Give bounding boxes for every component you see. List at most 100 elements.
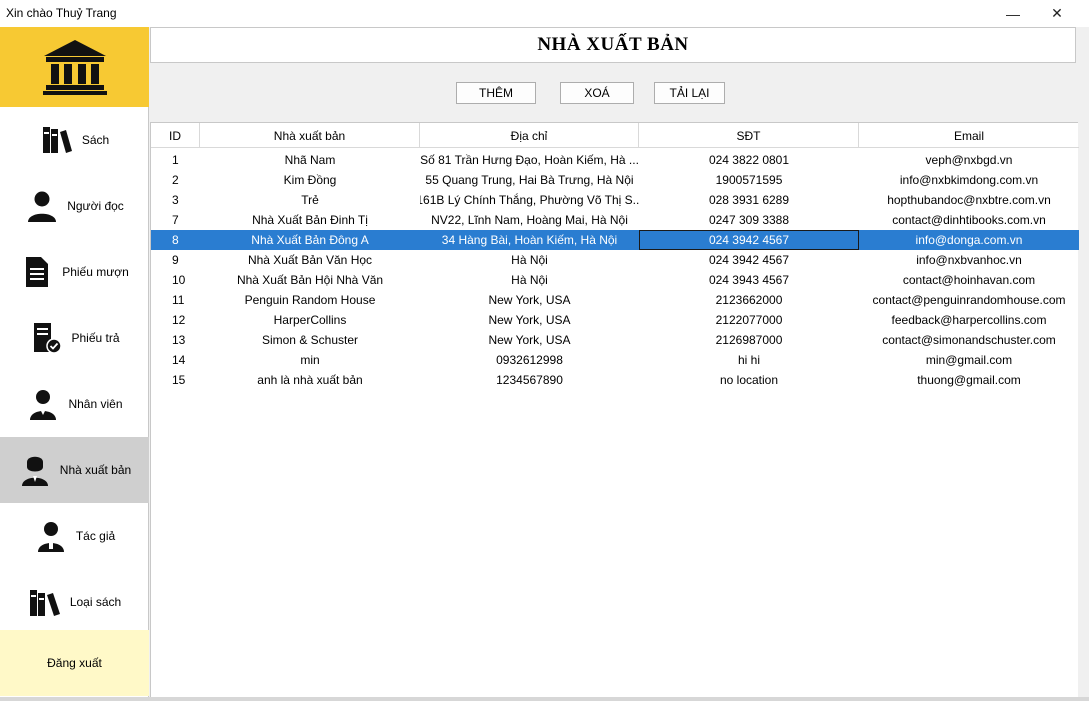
logout-button[interactable]: Đăng xuất bbox=[0, 630, 149, 696]
table-row[interactable]: 13 Simon & Schuster New York, USA 212698700… bbox=[151, 330, 1079, 350]
sidebar-item-nha-xuat-ban[interactable]: Nhà xuất bản bbox=[0, 437, 149, 503]
cell-address[interactable]: 161B Lý Chính Thắng, Phường Võ Thị S... bbox=[420, 190, 639, 210]
cell-id[interactable]: 14 bbox=[151, 350, 200, 370]
cell-id[interactable]: 1 bbox=[151, 150, 200, 170]
cell-id[interactable]: 2 bbox=[151, 170, 200, 190]
cell-id[interactable]: 7 bbox=[151, 210, 200, 230]
cell-publisher[interactable]: Nhà Xuất Bản Đinh Tị bbox=[200, 210, 420, 230]
column-header-address[interactable]: Địa chỉ bbox=[420, 123, 639, 148]
cell-email[interactable]: contact@hoinhavan.com bbox=[859, 270, 1079, 290]
author-icon bbox=[37, 522, 64, 552]
cell-email[interactable]: contact@dinhtibooks.com.vn bbox=[859, 210, 1079, 230]
cell-publisher[interactable]: Simon & Schuster bbox=[200, 330, 420, 350]
cell-email[interactable]: hopthubandoc@nxbtre.com.vn bbox=[859, 190, 1079, 210]
cell-phone[interactable]: 1900571595 bbox=[639, 170, 859, 190]
table-row[interactable]: 15 anh là nhà xuất bản 1234567890 no locati… bbox=[151, 370, 1079, 390]
cell-publisher[interactable]: anh là nhà xuất bản bbox=[200, 370, 420, 390]
sidebar-item-tac-gia[interactable]: Tác giả bbox=[0, 503, 149, 569]
add-button[interactable]: THÊM bbox=[456, 82, 536, 104]
table-row[interactable]: 14 min 0932612998 hi hi min@gmail.com bbox=[151, 350, 1079, 370]
cell-id[interactable]: 11 bbox=[151, 290, 200, 310]
cell-phone[interactable]: 2126987000 bbox=[639, 330, 859, 350]
cell-phone[interactable]: 024 3942 4567 bbox=[639, 250, 859, 270]
cell-publisher[interactable]: Penguin Random House bbox=[200, 290, 420, 310]
cell-email[interactable]: thuong@gmail.com bbox=[859, 370, 1079, 390]
title-bar: Xin chào Thuỷ Trang — ✕ bbox=[0, 0, 1089, 27]
cell-address[interactable]: Hà Nội bbox=[420, 270, 639, 290]
table-row[interactable]: 8 Nhà Xuất Bản Đông A 34 Hàng Bài, Hoàn Ki… bbox=[151, 230, 1079, 250]
column-header-publisher[interactable]: Nhà xuất bản bbox=[200, 123, 420, 148]
cell-phone[interactable]: hi hi bbox=[639, 350, 859, 370]
cell-email[interactable]: info@nxbkimdong.com.vn bbox=[859, 170, 1079, 190]
cell-id[interactable]: 8 bbox=[151, 230, 200, 250]
cell-publisher[interactable]: Nhà Xuất Bản Hội Nhà Văn bbox=[200, 270, 420, 290]
sidebar-item-phieu-muon[interactable]: Phiếu mượn bbox=[0, 239, 149, 305]
cell-publisher[interactable]: Nhã Nam bbox=[200, 150, 420, 170]
cell-id[interactable]: 15 bbox=[151, 370, 200, 390]
cell-email[interactable]: contact@simonandschuster.com bbox=[859, 330, 1079, 350]
delete-button[interactable]: XOÁ bbox=[560, 82, 634, 104]
close-button[interactable]: ✕ bbox=[1034, 0, 1080, 27]
cell-phone[interactable]: 024 3822 0801 bbox=[639, 150, 859, 170]
cell-address[interactable]: Số 81 Trần Hưng Đạo, Hoàn Kiếm, Hà ... bbox=[420, 150, 639, 170]
cell-publisher[interactable]: Trẻ bbox=[200, 190, 420, 210]
cell-phone[interactable]: 028 3931 6289 bbox=[639, 190, 859, 210]
table-row[interactable]: 12 HarperCollins New York, USA 2122077000 fe… bbox=[151, 310, 1079, 330]
sidebar-item-loai-sach[interactable]: Loại sách bbox=[0, 569, 149, 635]
bank-icon bbox=[42, 40, 107, 95]
cell-publisher[interactable]: HarperCollins bbox=[200, 310, 420, 330]
table-row[interactable]: 2 Kim Đồng 55 Quang Trung, Hai Bà Trưng, H… bbox=[151, 170, 1079, 190]
sidebar-item-label: Nhà xuất bản bbox=[59, 463, 132, 477]
sidebar-item-label: Sách bbox=[81, 133, 110, 147]
cell-address[interactable]: 34 Hàng Bài, Hoàn Kiếm, Hà Nội bbox=[420, 230, 639, 250]
cell-address[interactable]: 1234567890 bbox=[420, 370, 639, 390]
cell-phone[interactable]: 024 3943 4567 bbox=[639, 270, 859, 290]
cell-address[interactable]: New York, USA bbox=[420, 310, 639, 330]
sidebar-item-nguoi-doc[interactable]: Người đọc bbox=[0, 173, 149, 239]
cell-phone[interactable]: 2122077000 bbox=[639, 310, 859, 330]
cell-publisher[interactable]: Nhà Xuất Bản Văn Học bbox=[200, 250, 420, 270]
table-row[interactable]: 1 Nhã Nam Số 81 Trần Hưng Đạo, Hoàn Kiếm, … bbox=[151, 150, 1079, 170]
column-header-id[interactable]: ID bbox=[151, 123, 200, 148]
table-row[interactable]: 10 Nhà Xuất Bản Hội Nhà Văn Hà Nội 024 3943… bbox=[151, 270, 1079, 290]
cell-address[interactable]: New York, USA bbox=[420, 330, 639, 350]
sidebar-item-label: Tác giả bbox=[75, 529, 116, 543]
cell-email[interactable]: feedback@harpercollins.com bbox=[859, 310, 1079, 330]
cell-email[interactable]: info@nxbvanhoc.vn bbox=[859, 250, 1079, 270]
minimize-button[interactable]: — bbox=[990, 0, 1036, 27]
cell-address[interactable]: Hà Nội bbox=[420, 250, 639, 270]
cell-address[interactable]: 0932612998 bbox=[420, 350, 639, 370]
cell-id[interactable]: 12 bbox=[151, 310, 200, 330]
table-row[interactable]: 3 Trẻ 161B Lý Chính Thắng, Phường Võ Thị S… bbox=[151, 190, 1079, 210]
cell-email[interactable]: min@gmail.com bbox=[859, 350, 1079, 370]
cell-id[interactable]: 10 bbox=[151, 270, 200, 290]
cell-address[interactable]: NV22, Lĩnh Nam, Hoàng Mai, Hà Nội bbox=[420, 210, 639, 230]
column-header-phone[interactable]: SĐT bbox=[639, 123, 859, 148]
cell-email[interactable]: veph@nxbgd.vn bbox=[859, 150, 1079, 170]
cell-phone[interactable]: 0247 309 3388 bbox=[639, 210, 859, 230]
sidebar-item-sach[interactable]: Sách bbox=[0, 107, 149, 173]
publisher-table[interactable]: ID Nhà xuất bản Địa chỉ SĐT Email 1 Nhã N… bbox=[150, 122, 1079, 697]
cell-address[interactable]: 55 Quang Trung, Hai Bà Trưng, Hà Nội bbox=[420, 170, 639, 190]
cell-phone[interactable]: 2123662000 bbox=[639, 290, 859, 310]
cell-email[interactable]: contact@penguinrandomhouse.com bbox=[859, 290, 1079, 310]
main-panel: NHÀ XUẤT BẢN THÊM XOÁ TẢI LẠI ID Nhà xuấ… bbox=[149, 27, 1079, 697]
cell-phone[interactable]: no location bbox=[639, 370, 859, 390]
reload-button[interactable]: TẢI LẠI bbox=[654, 82, 725, 104]
table-row[interactable]: 9 Nhà Xuất Bản Văn Học Hà Nội 024 3942 4567… bbox=[151, 250, 1079, 270]
table-row[interactable]: 11 Penguin Random House New York, USA 21236… bbox=[151, 290, 1079, 310]
cell-email[interactable]: info@donga.com.vn bbox=[859, 230, 1079, 250]
sidebar-item-nhan-vien[interactable]: Nhân viên bbox=[0, 371, 149, 437]
cell-id[interactable]: 3 bbox=[151, 190, 200, 210]
table-row[interactable]: 7 Nhà Xuất Bản Đinh Tị NV22, Lĩnh Nam, Hoà… bbox=[151, 210, 1079, 230]
cell-phone[interactable]: 024 3942 4567 bbox=[639, 230, 859, 250]
cell-publisher[interactable]: min bbox=[200, 350, 420, 370]
cell-address[interactable]: New York, USA bbox=[420, 290, 639, 310]
cell-publisher[interactable]: Kim Đồng bbox=[200, 170, 420, 190]
cell-id[interactable]: 9 bbox=[151, 250, 200, 270]
cell-publisher[interactable]: Nhà Xuất Bản Đông A bbox=[200, 230, 420, 250]
window-right-edge bbox=[1079, 27, 1089, 701]
cell-id[interactable]: 13 bbox=[151, 330, 200, 350]
sidebar-item-phieu-tra[interactable]: Phiếu trả bbox=[0, 305, 149, 371]
column-header-email[interactable]: Email bbox=[859, 123, 1079, 148]
